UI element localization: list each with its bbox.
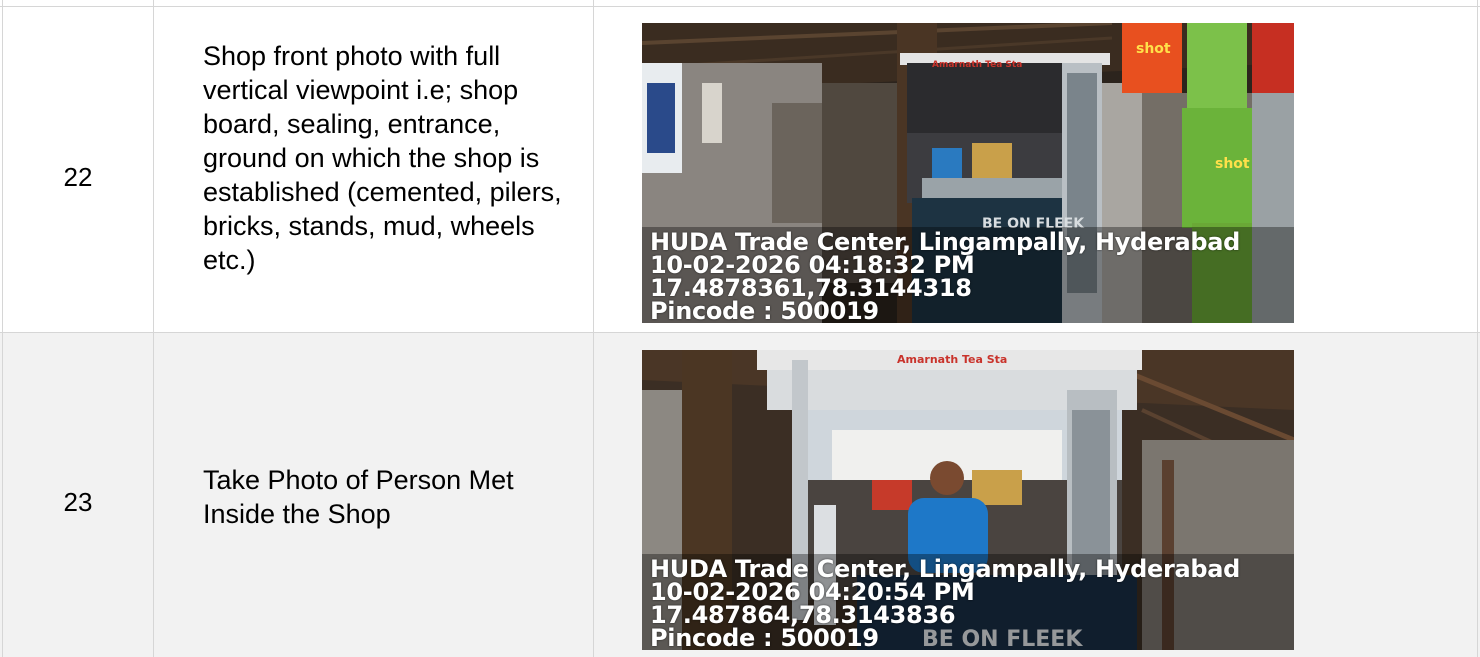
row-divider xyxy=(0,6,1480,7)
column-divider xyxy=(153,0,154,657)
column-divider xyxy=(2,0,3,657)
row-divider xyxy=(0,332,1480,333)
column-divider xyxy=(1477,0,1478,657)
table-grid xyxy=(0,0,1480,657)
column-divider xyxy=(593,0,594,657)
